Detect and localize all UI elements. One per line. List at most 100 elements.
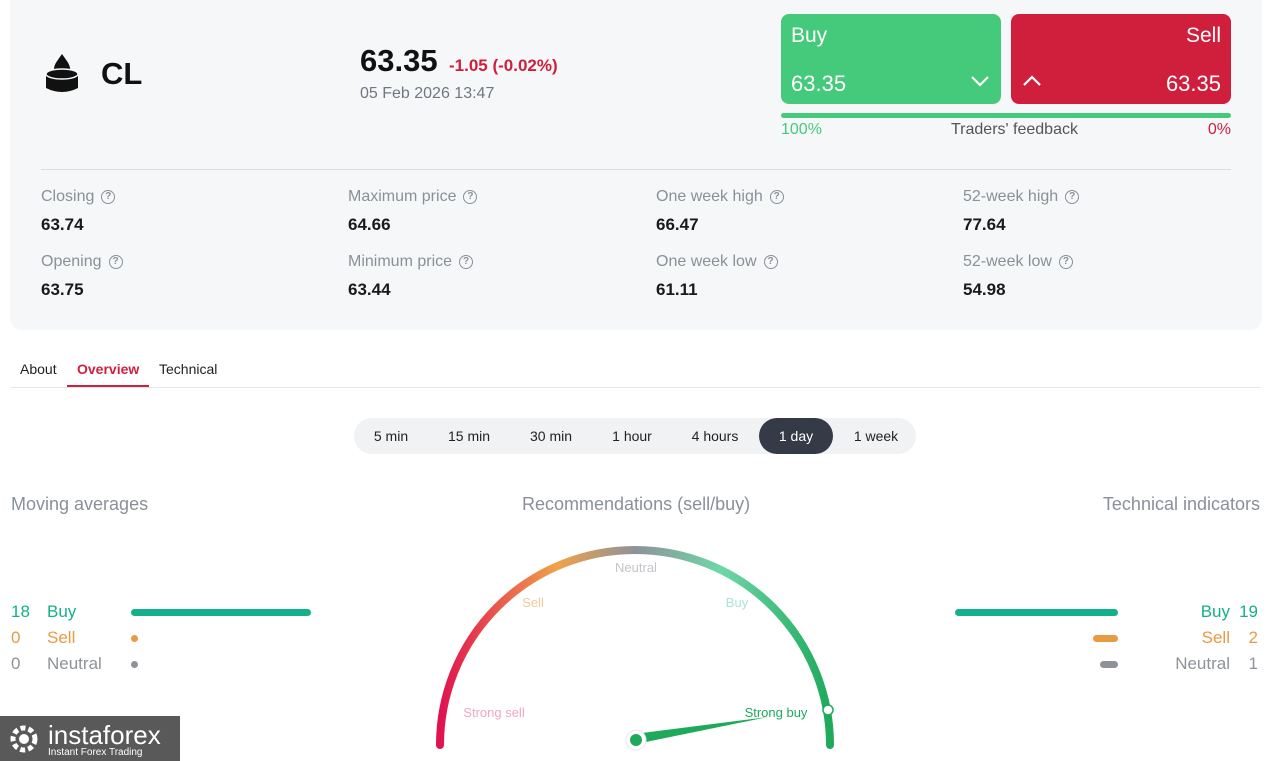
stat-label: 52-week high <box>963 188 1059 205</box>
ti-neutral-label: Neutral <box>1175 654 1230 673</box>
instaforex-logo-icon <box>10 725 38 753</box>
gauge-label-sell: Sell <box>522 595 544 610</box>
tab-about[interactable]: About <box>20 361 57 377</box>
sell-button[interactable]: Sell 63.35 <box>1011 14 1231 104</box>
ma-row-neutral: 0 Neutral <box>11 654 138 674</box>
ti-sell-label: Sell <box>1201 628 1230 647</box>
ti-row-sell: Sell 2 <box>1093 628 1258 648</box>
help-icon[interactable]: ? <box>1065 190 1080 204</box>
chevron-up-icon <box>1023 75 1041 86</box>
sell-label: Sell <box>1185 24 1221 47</box>
gauge-label-buy: Buy <box>726 595 749 610</box>
stat-one-week-high: One week high? 66.47 <box>656 188 784 235</box>
help-icon[interactable]: ? <box>1058 255 1073 269</box>
period-1-day[interactable]: 1 day <box>759 418 833 454</box>
ti-row-neutral: Neutral 1 <box>1100 654 1258 674</box>
instrument-symbol: CL <box>101 56 143 91</box>
tab-bar: About Overview Technical <box>10 350 1260 388</box>
stat-maximum-price: Maximum price? 64.66 <box>348 188 478 235</box>
stat-label: Closing <box>41 188 95 205</box>
technical-indicators-title: Technical indicators <box>1102 494 1260 514</box>
ma-neutral-bar <box>131 660 138 668</box>
stat-52-week-low: 52-week low? 54.98 <box>963 253 1073 300</box>
stat-minimum-price: Minimum price? 63.44 <box>348 253 474 300</box>
stat-one-week-low: One week low? 61.11 <box>656 253 778 300</box>
ma-neutral-label: Neutral <box>47 654 102 673</box>
ti-buy-count: 19 <box>1239 602 1258 621</box>
ti-neutral-bar <box>1100 660 1118 668</box>
feedback-sell-percent: 0% <box>1207 121 1231 138</box>
oil-drop-icon <box>45 54 79 92</box>
watermark-tagline: Instant Forex Trading <box>48 747 143 758</box>
watermark: instaforex Instant Forex Trading <box>0 716 180 761</box>
recommendations-title: Recommendations (sell/buy) <box>522 494 751 514</box>
buy-price: 63.35 <box>791 71 847 96</box>
stat-label: One week low <box>656 253 757 270</box>
gauge-needle <box>634 717 768 744</box>
stat-opening: Opening? 63.75 <box>41 253 123 300</box>
traders-feedback-bar <box>781 113 1231 118</box>
stat-closing: Closing? 63.74 <box>41 188 116 235</box>
buy-label: Buy <box>791 24 828 47</box>
ma-buy-bar <box>131 608 311 616</box>
gauge-label-strong-buy: Strong buy <box>745 705 808 720</box>
feedback-label: Traders' feedback <box>951 121 1078 138</box>
stat-label: One week high <box>656 188 763 205</box>
help-icon[interactable]: ? <box>459 255 474 269</box>
ma-row-buy: 18 Buy <box>11 602 311 622</box>
period-4-hours[interactable]: 4 hours <box>674 418 756 454</box>
ma-sell-label: Sell <box>47 628 76 647</box>
ti-sell-bar <box>1093 634 1118 642</box>
buy-button[interactable]: Buy 63.35 <box>781 14 1001 104</box>
chevron-down-icon <box>971 76 989 87</box>
current-price: 63.35 <box>360 43 438 78</box>
ti-buy-bar <box>955 608 1118 616</box>
period-1-hour[interactable]: 1 hour <box>594 418 670 454</box>
ma-sell-count: 0 <box>11 628 21 647</box>
stat-value: 61.11 <box>656 280 698 299</box>
stat-label: Minimum price <box>348 253 453 270</box>
stat-52-week-high: 52-week high? 77.64 <box>963 188 1080 235</box>
price-timestamp: 05 Feb 2026 13:47 <box>360 85 495 102</box>
ma-buy-count: 18 <box>11 602 30 621</box>
stat-label: Maximum price <box>348 188 457 205</box>
stat-value: 63.75 <box>41 280 84 299</box>
help-icon[interactable]: ? <box>101 190 116 204</box>
help-icon[interactable]: ? <box>769 190 784 204</box>
ma-sell-bar <box>131 634 138 642</box>
traders-feedback-fill <box>781 113 1231 118</box>
moving-averages-title: Moving averages <box>11 494 149 514</box>
tab-technical[interactable]: Technical <box>159 361 217 377</box>
stat-value: 66.47 <box>656 215 699 234</box>
ti-buy-label: Buy <box>1200 602 1230 621</box>
period-15-min[interactable]: 15 min <box>430 418 508 454</box>
price-change: -1.05 (-0.02%) <box>449 56 558 75</box>
recommendation-gauge: Neutral Sell Buy Strong sell Strong buy <box>436 546 834 751</box>
period-selector: 5 min 15 min 30 min 1 hour 4 hours 1 day… <box>354 418 916 454</box>
stat-value: 63.44 <box>348 280 391 299</box>
feedback-buy-percent: 100% <box>781 121 822 138</box>
sell-price: 63.35 <box>1165 71 1221 96</box>
ti-row-buy: Buy 19 <box>955 602 1258 622</box>
period-5-min[interactable]: 5 min <box>358 418 424 454</box>
help-icon[interactable]: ? <box>108 255 123 269</box>
gauge-label-neutral: Neutral <box>615 560 657 575</box>
ma-buy-label: Buy <box>47 602 77 621</box>
tab-overview[interactable]: Overview <box>77 361 139 377</box>
stat-value: 63.74 <box>41 215 84 234</box>
divider <box>41 169 1231 170</box>
stat-value: 54.98 <box>963 280 1006 299</box>
gauge-needle-hub-dot <box>630 734 642 746</box>
period-1-week[interactable]: 1 week <box>838 418 914 454</box>
period-30-min[interactable]: 30 min <box>512 418 590 454</box>
active-tab-indicator <box>67 385 149 387</box>
help-icon[interactable]: ? <box>763 255 778 269</box>
stat-value: 64.66 <box>348 215 391 234</box>
ti-sell-count: 2 <box>1248 628 1258 647</box>
help-icon[interactable]: ? <box>463 190 478 204</box>
ma-neutral-count: 0 <box>11 654 21 673</box>
ti-neutral-count: 1 <box>1248 654 1258 673</box>
stat-label: 52-week low <box>963 253 1052 270</box>
stat-label: Opening <box>41 253 102 270</box>
stat-value: 77.64 <box>963 215 1006 234</box>
